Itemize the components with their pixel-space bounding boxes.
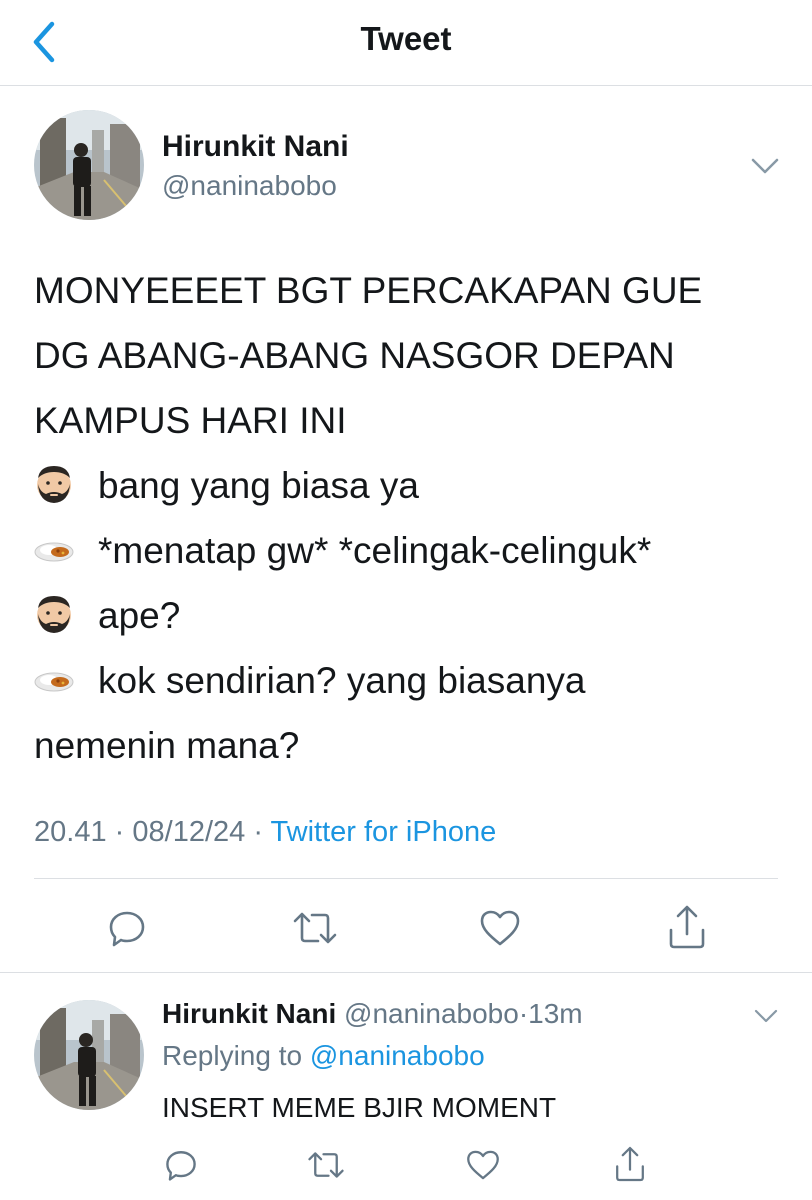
retweet-button[interactable] [304,1144,348,1186]
reply-icon [109,911,145,947]
retweet-icon [308,1152,344,1178]
tweet-line-text: ape? [98,595,181,636]
reply-header: Hirunkit Nani @naninabobo·13m [162,998,583,1030]
tweet-line: kok sendirian? yang biasanya [34,648,794,713]
reply-author-avatar[interactable] [34,1000,144,1110]
bearded-man-emoji [37,596,71,633]
tweet-line-text: bang yang biasa ya [98,465,419,506]
share-icon [616,1146,644,1182]
reply-action-bar [0,1142,812,1188]
reply-button[interactable] [160,1144,202,1186]
tweet-line: ape? [34,583,794,648]
retweet-button[interactable] [290,905,340,951]
meta-separator: · [114,816,125,848]
meta-separator: · [253,816,263,848]
like-button[interactable] [476,905,524,951]
reply-options-button[interactable] [752,1004,780,1028]
share-icon [669,905,705,949]
divider [0,972,812,973]
reply-text: INSERT MEME BJIR MOMENT [162,1092,557,1123]
share-button[interactable] [610,1142,650,1186]
tweet-line: *menatap gw* *celingak-celinguk* [34,518,794,583]
author-name[interactable]: Hirunkit Nani [162,130,349,164]
replying-to: Replying to @naninabobo [162,1040,485,1072]
tweet-line: MONYEEEET BGT PERCAKAPAN GUE [34,258,794,323]
curry-rice-emoji [34,542,74,562]
tweet-options-button[interactable] [748,152,782,180]
share-button[interactable] [664,902,710,952]
page-title: Tweet [360,20,452,57]
tweet-line: nemenin mana? [34,713,794,778]
chevron-down-icon [754,1009,778,1023]
tweet-text: MONYEEEET BGT PERCAKAPAN GUE DG ABANG-AB… [34,258,794,778]
meta-separator: · [518,998,529,1029]
author-handle[interactable]: @naninabobo [162,170,337,202]
tweet-line-text: KAMPUS HARI INI [34,400,347,441]
tweet-line-text: nemenin mana? [34,725,300,766]
tweet-line: KAMPUS HARI INI [34,388,794,453]
tweet-metadata: 20.41 · 08/12/24 · Twitter for iPhone [34,816,496,849]
tweet-action-bar [0,900,812,954]
bearded-man-emoji [37,466,71,503]
tweet-line-text: *menatap gw* *celingak-celinguk* [98,530,652,571]
tweet-line-text: MONYEEEET BGT PERCAKAPAN GUE [34,270,703,311]
heart-icon [480,910,520,946]
chevron-down-icon [751,158,779,174]
tweet-time: 20.41 [34,816,107,848]
reply-button[interactable] [104,905,150,951]
heart-icon [467,1150,499,1180]
tweet-line-text: kok sendirian? yang biasanya [98,660,586,701]
replying-to-label: Replying to [162,1040,303,1071]
curry-rice-emoji [34,672,74,692]
reply-author-name[interactable]: Hirunkit Nani [162,998,336,1029]
tweet-line: DG ABANG-ABANG NASGOR DEPAN [34,323,794,388]
retweet-icon [293,912,337,944]
tweet-source-link[interactable]: Twitter for iPhone [271,816,497,848]
like-button[interactable] [462,1144,504,1186]
reply-icon [166,1151,196,1181]
tweet-date: 08/12/24 [132,816,246,848]
replying-to-mention[interactable]: @naninabobo [310,1040,485,1071]
top-nav-bar: Tweet [0,0,812,86]
tweet-line-text: DG ABANG-ABANG NASGOR DEPAN [34,335,675,376]
divider [34,878,778,879]
reply-author-handle[interactable]: @naninabobo [344,998,519,1029]
reply-age: 13m [528,998,583,1029]
author-avatar[interactable] [34,110,144,220]
tweet-line: bang yang biasa ya [34,453,794,518]
